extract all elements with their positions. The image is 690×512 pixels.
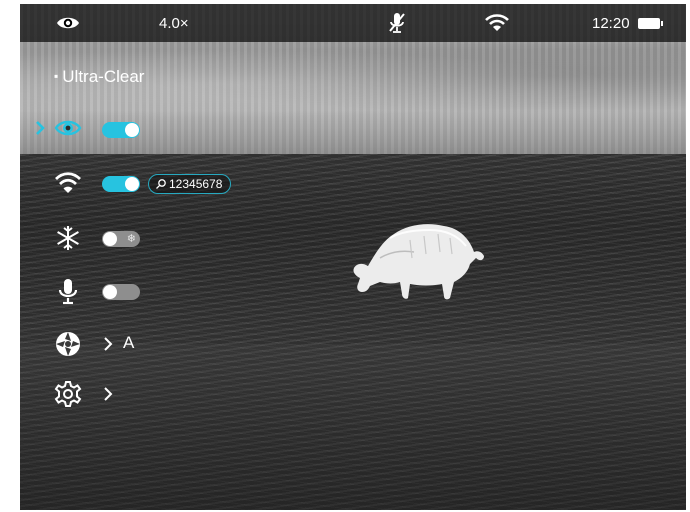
search-icon	[156, 179, 166, 189]
toggle-knob	[103, 232, 117, 246]
snowflake-icon[interactable]	[54, 224, 82, 252]
mic-icon[interactable]	[54, 277, 82, 305]
toggle-knob	[125, 177, 139, 191]
eye-icon	[56, 4, 80, 42]
selection-chevron-icon	[36, 121, 45, 135]
display-mode-toggle[interactable]	[102, 122, 140, 138]
wifi-ssid-pill[interactable]: 12345678	[148, 174, 232, 194]
defrost-toggle[interactable]: ❄	[102, 231, 140, 247]
settings-chevron-icon[interactable]	[102, 387, 114, 401]
gear-icon[interactable]	[54, 380, 82, 408]
wifi-toggle[interactable]	[102, 176, 140, 192]
wifi-icon	[484, 4, 510, 42]
battery-full-icon	[637, 17, 663, 29]
clock-time: 12:20	[592, 14, 630, 32]
microphone-toggle[interactable]	[102, 284, 140, 300]
ground-foreground	[20, 344, 686, 510]
mode-label-text: Ultra-Clear	[62, 67, 145, 86]
mode-label: ▪ Ultra-Clear	[54, 67, 144, 87]
aperture-value: A	[123, 333, 135, 352]
aperture-icon[interactable]	[54, 330, 82, 358]
zoom-level: 4.0×	[159, 14, 189, 32]
toggle-knob	[125, 123, 139, 137]
wifi-icon[interactable]	[54, 169, 82, 197]
mic-muted-icon	[388, 4, 406, 42]
toggle-knob	[103, 285, 117, 299]
status-bar: 4.0× 12:20	[20, 4, 686, 42]
bullet-dot: ▪	[54, 69, 59, 83]
boar-target	[353, 224, 484, 300]
toggle-snowflake-glyph: ❄	[126, 233, 136, 245]
eye-icon[interactable]	[54, 114, 82, 142]
aperture-chevron-icon[interactable]	[102, 337, 114, 351]
clock-container: 12:20	[592, 4, 663, 42]
wifi-ssid: 12345678	[169, 177, 223, 191]
thermal-viewport: 4.0× 12:20 ▪ Ultra-Clear 12345678 ❄ A	[20, 4, 686, 510]
